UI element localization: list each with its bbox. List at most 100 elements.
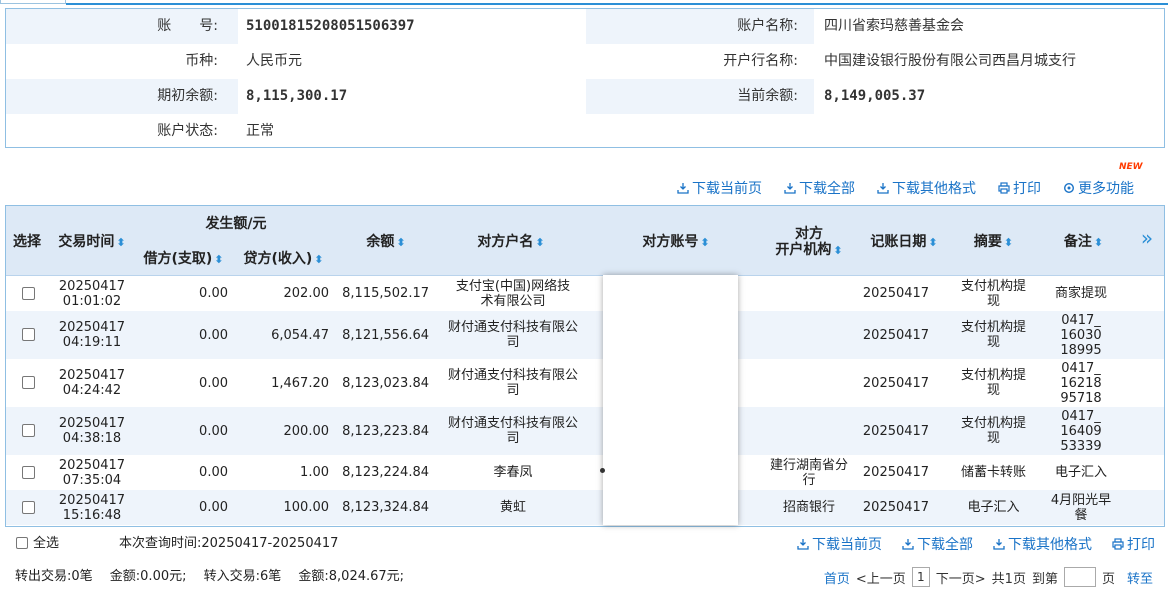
download-other-label: 下载其他格式 <box>892 181 976 197</box>
current-page[interactable]: 1 <box>911 567 930 587</box>
table-row[interactable]: 20250417 04:19:11 0.00 6,054.47 8,121,556.64… <box>6 311 1164 359</box>
footer-print-button[interactable]: 打印 <box>1112 534 1155 554</box>
sort-icon: ⬍ <box>214 253 224 266</box>
cell-summary: 支付机构提现 <box>951 368 1036 398</box>
cell-debit: 0.00 <box>136 376 228 391</box>
col-post-date[interactable]: 记账日期 ⬍ <box>864 234 944 251</box>
currency-label: 币种: <box>185 53 218 69</box>
cell-counter-name-line: 司 <box>506 335 520 350</box>
col-balance[interactable]: 余额 ⬍ <box>351 234 421 251</box>
cell-credit-line: 1,467.20 <box>271 375 329 391</box>
cell-remark-line: 95718 <box>1060 390 1102 406</box>
cell-balance: 8,123,223.84 <box>336 424 429 439</box>
cell-post-date-line: 20250417 <box>862 375 930 391</box>
text-fragment <box>600 468 605 473</box>
more-functions-label: 更多功能 <box>1078 181 1134 197</box>
table-row[interactable]: 20250417 04:24:42 0.00 1,467.20 8,123,023.84… <box>6 359 1164 407</box>
table-row[interactable]: 20250417 04:38:18 0.00 200.00 8,123,223.84 财付… <box>6 407 1164 455</box>
footer-download-page-button[interactable]: 下载当前页 <box>797 534 882 554</box>
cell-counter-name: 李春凤 <box>438 465 588 480</box>
new-badge: NEW <box>1119 162 1143 172</box>
cell-time-line: 07:35:04 <box>62 472 122 488</box>
download-page-button[interactable]: 下载当前页 <box>677 178 762 198</box>
col-debit[interactable]: 借方(支取) ⬍ <box>136 251 231 268</box>
col-counter-account[interactable]: 对方账号 ⬍ <box>631 234 721 251</box>
col-counter-bank[interactable]: 对方 开户机构 ⬍ <box>764 226 854 259</box>
goto-label: 到第 <box>1031 571 1058 587</box>
cell-post-date-line: 20250417 <box>862 423 930 439</box>
info-row: 账户状态: 正常 <box>6 114 1164 149</box>
col-time[interactable]: 交易时间 ⬍ <box>52 234 132 251</box>
row-checkbox[interactable] <box>22 286 35 300</box>
row-checkbox[interactable] <box>22 465 35 479</box>
cell-credit: 1,467.20 <box>236 376 329 391</box>
download-other-button[interactable]: 下载其他格式 <box>877 178 976 198</box>
download-icon <box>797 539 809 550</box>
cell-counter-bank: 招商银行 <box>764 500 854 515</box>
select-all-label[interactable]: 全选 <box>33 530 59 558</box>
cell-remark: 0417_ 16409 53339 <box>1046 409 1116 454</box>
cell-balance-line: 8,123,023.84 <box>342 375 429 391</box>
gear-icon <box>1063 182 1075 194</box>
footer-toolbar: 下载当前页 下载全部 下载其他格式 打印 <box>797 530 1155 558</box>
cell-summary-line: 现 <box>986 335 1000 350</box>
cell-debit: 0.00 <box>136 328 228 343</box>
print-button[interactable]: 打印 <box>998 178 1041 198</box>
download-icon <box>993 539 1005 550</box>
cell-balance: 8,123,224.84 <box>336 465 429 480</box>
cell-counter-name-line: 财付通支付科技有限公 <box>447 320 578 335</box>
cell-summary: 支付机构提现 <box>951 279 1036 309</box>
expand-columns-button[interactable]: » <box>1132 228 1162 248</box>
cell-balance: 8,121,556.64 <box>336 328 429 343</box>
cell-summary-line: 储蓄卡转账 <box>960 465 1026 480</box>
col-credit[interactable]: 贷方(收入) ⬍ <box>236 251 331 268</box>
cell-counter-name-line: 财付通支付科技有限公 <box>447 416 578 431</box>
footer-download-other-label: 下载其他格式 <box>1008 537 1092 553</box>
goto-button[interactable]: 转至 <box>1127 568 1153 587</box>
cell-counter-name-line: 司 <box>506 431 520 446</box>
prev-page-link[interactable]: <上一页 <box>856 568 906 587</box>
next-page-link[interactable]: 下一页> <box>936 568 986 587</box>
cell-remark: 电子汇入 <box>1046 465 1116 480</box>
row-checkbox[interactable] <box>22 500 35 514</box>
footer-download-all-button[interactable]: 下载全部 <box>902 534 973 554</box>
sort-icon: ⬍ <box>700 236 710 249</box>
cell-counter-bank-line: 行 <box>802 472 816 488</box>
transaction-summary: 转出交易:0笔 金额:0.00元; 转入交易:6笔 金额:8,024.67元; <box>15 569 405 584</box>
current-balance-label: 当前余额: <box>737 88 798 104</box>
first-page-link[interactable]: 首页 <box>824 568 850 587</box>
more-functions-button[interactable]: NEW 更多功能 <box>1063 162 1143 198</box>
top-tab-line <box>66 3 1168 5</box>
col-summary[interactable]: 摘要 ⬍ <box>966 234 1021 251</box>
cell-remark-line: 餐 <box>1074 507 1088 523</box>
cell-time-line: 04:19:11 <box>62 335 122 350</box>
sort-icon: ⬍ <box>1093 236 1104 249</box>
row-checkbox[interactable] <box>22 424 35 437</box>
cell-time-line: 20250417 <box>58 320 126 335</box>
download-all-button[interactable]: 下载全部 <box>784 178 855 198</box>
cell-time: 20250417 04:38:18 <box>52 416 132 446</box>
cell-counter-bank-line: 招商银行 <box>782 500 835 515</box>
cell-remark-line: 商家提现 <box>1054 286 1107 301</box>
cell-remark: 商家提现 <box>1046 286 1116 301</box>
top-tab[interactable] <box>0 0 66 4</box>
col-counter-name[interactable]: 对方户名 ⬍ <box>466 234 556 251</box>
cell-remark-line: 18995 <box>1060 342 1102 358</box>
footer-download-other-button[interactable]: 下载其他格式 <box>993 534 1092 554</box>
cell-counter-name: 财付通支付科技有限公司 <box>438 368 588 398</box>
cell-time-line: 04:24:42 <box>62 383 122 398</box>
goto-page-input[interactable] <box>1063 567 1096 587</box>
table-row[interactable]: 20250417 15:16:48 0.00 100.00 8,123,324.84 黄虹… <box>6 490 1164 525</box>
row-checkbox[interactable] <box>22 376 35 389</box>
table-row[interactable]: 20250417 07:35:04 0.00 1.00 8,123,224.84 李春凤建… <box>6 455 1164 490</box>
transaction-table: 选择 交易时间 ⬍ 发生额/元 借方(支取) ⬍ 贷方(收入) ⬍ 余额 ⬍ 对方户名 ⬍… <box>5 205 1165 527</box>
download-page-label: 下载当前页 <box>692 181 762 197</box>
cell-remark-line: 0417_ <box>1061 360 1101 376</box>
row-checkbox[interactable] <box>22 328 35 341</box>
pagination: 首页 <上一页 1 下一页> 共1页 到第 页 转至 <box>824 563 1153 591</box>
sort-icon: ⬍ <box>535 236 545 249</box>
table-row[interactable]: 20250417 01:01:02 0.00 202.00 8,115,502.17 支付… <box>6 276 1164 311</box>
select-all-checkbox[interactable] <box>16 537 28 549</box>
col-remark[interactable]: 备注 ⬍ <box>1056 234 1111 251</box>
cell-time-line: 04:38:18 <box>62 431 122 446</box>
